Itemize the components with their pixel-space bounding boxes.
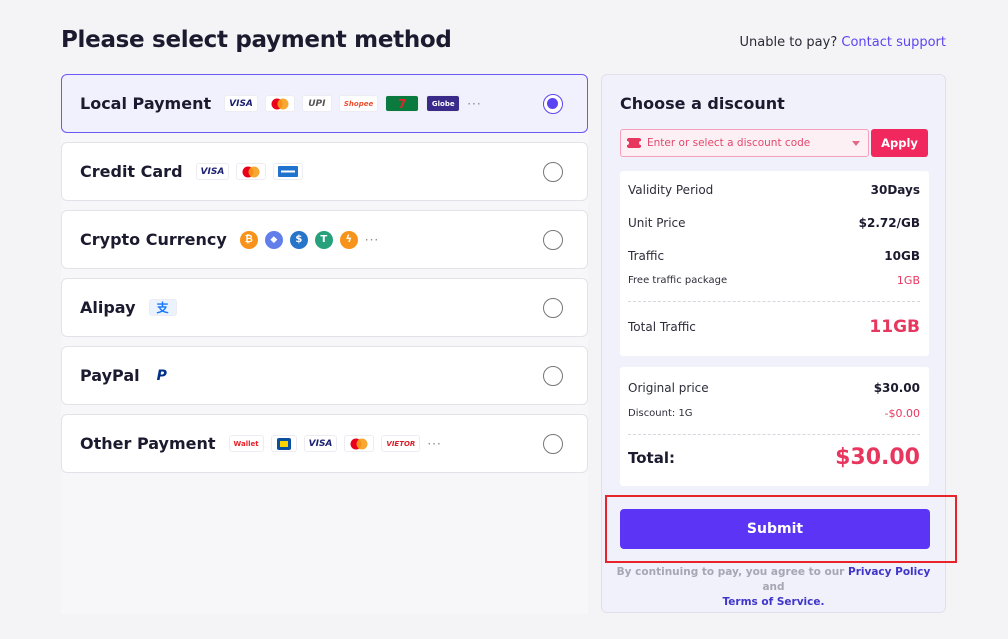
method-logos: VISA UPI Shopee 7 Globe ···	[224, 95, 482, 112]
traffic-summary: Validity Period 30Days Unit Price $2.72/…	[620, 171, 929, 356]
validity-value: 30Days	[870, 183, 920, 197]
method-label: Crypto Currency	[80, 230, 227, 249]
traffic-value: 10GB	[884, 249, 920, 263]
mastercard-icon	[264, 95, 295, 112]
radio-other-payment[interactable]	[543, 433, 563, 454]
terms-and: and	[762, 581, 785, 593]
contact-support-link[interactable]: Contact support	[841, 35, 946, 50]
radio-credit-card[interactable]	[543, 161, 563, 182]
discount-label: Discount: 1G	[628, 408, 693, 419]
total-label: Total:	[628, 448, 675, 467]
traffic-label: Traffic	[628, 249, 665, 263]
method-logos: P	[152, 367, 171, 384]
privacy-policy-link[interactable]: Privacy Policy	[848, 566, 930, 578]
method-label: PayPal	[80, 366, 140, 385]
highlight-box	[605, 495, 957, 563]
shopee-icon: Shopee	[338, 95, 379, 112]
page-title: Please select payment method	[61, 27, 452, 53]
visa-icon: VISA	[224, 95, 258, 112]
unit-price-row: Unit Price $2.72/GB	[628, 216, 920, 230]
unit-price-label: Unit Price	[628, 216, 686, 230]
discount-code-input[interactable]: Enter or select a discount code	[620, 129, 869, 157]
visa-icon: VISA	[303, 435, 338, 452]
method-logos: VISA	[195, 163, 304, 180]
original-price-label: Original price	[628, 381, 709, 395]
total-traffic-row: Total Traffic 11GB	[628, 317, 920, 337]
method-alipay[interactable]: Alipay 支	[61, 278, 588, 337]
terms-prefix: By continuing to pay, you agree to our	[616, 566, 845, 578]
original-price-row: Original price $30.00	[628, 381, 920, 395]
touch-n-go-icon	[270, 435, 297, 452]
method-local-payment[interactable]: Local Payment VISA UPI Shopee 7 Globe ··…	[61, 74, 588, 133]
price-summary: Original price $30.00 Discount: 1G -$0.0…	[620, 367, 929, 486]
method-logos: ₿ ◆ $ T ϟ ···	[239, 230, 380, 249]
ethereum-icon: ◆	[264, 230, 283, 249]
method-label: Credit Card	[80, 162, 183, 181]
terms-of-service-link[interactable]: Terms of Service.	[723, 596, 825, 608]
method-logos: 支	[148, 299, 177, 316]
more-icon: ···	[364, 232, 380, 247]
radio-alipay[interactable]	[543, 297, 563, 318]
more-icon: ···	[467, 96, 482, 111]
visa-icon: VISA	[195, 163, 230, 180]
paypal-icon: P	[152, 367, 171, 384]
usdc-icon: $	[289, 230, 308, 249]
method-label: Alipay	[80, 298, 136, 317]
method-other-payment[interactable]: Other Payment Wallet VISA VIETOR ···	[61, 414, 588, 473]
mastercard-icon	[344, 435, 375, 452]
validity-label: Validity Period	[628, 183, 714, 197]
radio-crypto-currency[interactable]	[543, 229, 563, 250]
method-logos: Wallet VISA VIETOR ···	[228, 435, 442, 452]
discount-placeholder: Enter or select a discount code	[647, 137, 811, 149]
total-traffic-value: 11GB	[869, 317, 920, 337]
terms-text: By continuing to pay, you agree to our P…	[612, 565, 935, 610]
alipay-icon: 支	[148, 299, 177, 316]
divider	[628, 434, 920, 435]
unable-to-pay-text: Unable to pay?	[739, 35, 838, 50]
discount-value: -$0.00	[884, 407, 920, 420]
globe-icon: Globe	[426, 95, 461, 112]
vietor-icon: VIETOR	[381, 435, 421, 452]
validity-row: Validity Period 30Days	[628, 183, 920, 197]
seven-eleven-icon: 7	[385, 95, 420, 112]
method-crypto-currency[interactable]: Crypto Currency ₿ ◆ $ T ϟ ···	[61, 210, 588, 269]
method-credit-card[interactable]: Credit Card VISA	[61, 142, 588, 201]
radio-local-payment[interactable]	[543, 93, 563, 114]
bitcoin-icon: ₿	[239, 230, 258, 249]
upi-icon: UPI	[301, 95, 332, 112]
unit-price-value: $2.72/GB	[858, 216, 920, 230]
help-text: Unable to pay? Contact support	[740, 35, 946, 50]
chevron-down-icon[interactable]	[852, 141, 860, 146]
more-icon: ···	[427, 436, 442, 451]
method-label: Local Payment	[80, 94, 212, 113]
original-price-value: $30.00	[873, 381, 920, 395]
discount-title: Choose a discount	[620, 94, 785, 113]
discount-row: Discount: 1G -$0.00	[628, 407, 920, 420]
mastercard-icon	[236, 163, 267, 180]
wallet-icon: Wallet	[228, 435, 264, 452]
divider	[628, 301, 920, 302]
free-traffic-value: 1GB	[896, 274, 920, 287]
total-row: Total: $30.00	[628, 445, 920, 470]
free-traffic-row: Free traffic package 1GB	[628, 274, 920, 287]
method-label: Other Payment	[80, 434, 216, 453]
lightning-icon: ϟ	[339, 230, 358, 249]
traffic-row: Traffic 10GB	[628, 249, 920, 263]
amex-icon	[273, 163, 304, 180]
method-paypal[interactable]: PayPal P	[61, 346, 588, 405]
apply-button[interactable]: Apply	[871, 129, 928, 157]
total-traffic-label: Total Traffic	[628, 320, 696, 334]
ticket-icon	[625, 138, 643, 148]
radio-paypal[interactable]	[543, 365, 563, 386]
tether-icon: T	[314, 230, 333, 249]
free-traffic-label: Free traffic package	[628, 275, 728, 286]
total-value: $30.00	[835, 445, 920, 470]
